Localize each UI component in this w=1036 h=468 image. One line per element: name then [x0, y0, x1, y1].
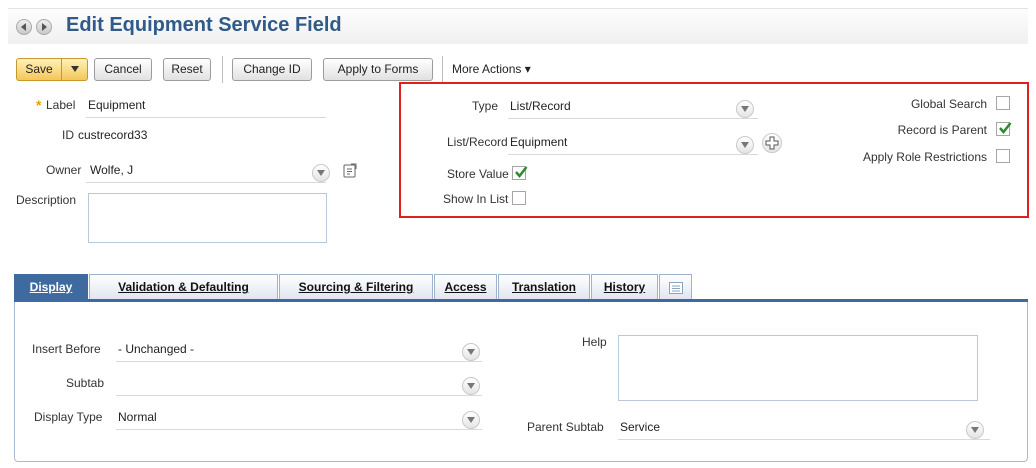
- display-type-label: Display Type: [34, 410, 103, 424]
- back-arrow-icon[interactable]: [16, 19, 32, 35]
- display-type-underline: [116, 429, 482, 430]
- insert-before-value[interactable]: - Unchanged -: [118, 342, 194, 356]
- save-dropdown-icon[interactable]: [61, 59, 87, 80]
- id-label: ID: [62, 128, 74, 142]
- owner-underline: [86, 182, 326, 183]
- list-record-dropdown-icon[interactable]: [736, 136, 754, 154]
- label-field-label: Label: [46, 98, 76, 112]
- store-value-checkbox[interactable]: [512, 166, 528, 180]
- cancel-button[interactable]: Cancel: [94, 58, 152, 81]
- record-is-parent-label: Record is Parent: [897, 123, 987, 137]
- reset-button[interactable]: Reset: [163, 58, 211, 81]
- tab-validation-defaulting[interactable]: Validation & Defaulting: [89, 274, 278, 300]
- type-dropdown-icon[interactable]: [736, 100, 754, 118]
- id-value: custrecord33: [78, 128, 148, 142]
- owner-label: Owner: [46, 163, 82, 177]
- change-id-button[interactable]: Change ID: [232, 58, 312, 81]
- tab-history[interactable]: History: [591, 274, 658, 300]
- tab-access[interactable]: Access: [434, 274, 497, 300]
- show-in-list-checkbox[interactable]: [512, 191, 526, 205]
- forward-arrow-icon[interactable]: [36, 19, 52, 35]
- global-search-checkbox[interactable]: [996, 96, 1010, 110]
- insert-before-label: Insert Before: [32, 342, 101, 356]
- parent-subtab-value[interactable]: Service: [620, 420, 660, 434]
- toolbar-divider: [222, 56, 223, 83]
- toolbar-divider: [442, 56, 443, 83]
- apply-to-forms-button[interactable]: Apply to Forms: [323, 58, 433, 81]
- tab-translation[interactable]: Translation: [498, 274, 590, 300]
- list-record-underline: [508, 154, 758, 155]
- display-type-dropdown-icon[interactable]: [462, 411, 480, 429]
- tab-menu-icon[interactable]: [659, 274, 692, 300]
- insert-before-underline: [116, 361, 482, 362]
- list-record-value[interactable]: Equipment: [510, 135, 567, 149]
- more-actions-menu[interactable]: More Actions ▾: [452, 62, 531, 76]
- type-label: Type: [472, 99, 499, 113]
- tab-strip: Display Validation & Defaulting Sourcing…: [14, 274, 1028, 300]
- owner-value[interactable]: Wolfe, J: [90, 163, 133, 177]
- subtab-underline: [116, 395, 482, 396]
- global-search-label: Global Search: [910, 97, 987, 111]
- page-title: Edit Equipment Service Field: [66, 14, 342, 36]
- parent-subtab-underline: [618, 439, 990, 440]
- parent-subtab-label: Parent Subtab: [527, 420, 604, 434]
- required-icon: *: [36, 97, 42, 113]
- apply-role-restrictions-checkbox[interactable]: [996, 149, 1010, 163]
- apply-role-restrictions-label: Apply Role Restrictions: [862, 150, 987, 164]
- description-textarea[interactable]: [88, 193, 327, 243]
- store-value-label: Store Value: [447, 167, 509, 181]
- title-bar: Edit Equipment Service Field: [8, 8, 1028, 44]
- record-is-parent-checkbox[interactable]: [996, 122, 1012, 136]
- help-label: Help: [582, 335, 607, 349]
- subtab-dropdown-icon[interactable]: [462, 377, 480, 395]
- add-new-icon[interactable]: [762, 133, 782, 153]
- display-type-value[interactable]: Normal: [118, 410, 157, 424]
- save-button-label: Save: [25, 62, 53, 76]
- subtab-label: Subtab: [66, 376, 105, 390]
- type-value[interactable]: List/Record: [510, 99, 571, 113]
- list-record-label: List/Record: [447, 135, 508, 149]
- tab-sourcing-filtering[interactable]: Sourcing & Filtering: [279, 274, 433, 300]
- open-record-icon[interactable]: [341, 162, 359, 180]
- label-field-underline: [86, 117, 326, 118]
- type-underline: [508, 118, 758, 119]
- help-textarea[interactable]: [618, 335, 978, 401]
- description-label: Description: [16, 193, 77, 207]
- parent-subtab-dropdown-icon[interactable]: [966, 421, 984, 439]
- save-button[interactable]: Save: [16, 58, 88, 81]
- owner-dropdown-icon[interactable]: [312, 164, 330, 182]
- show-in-list-label: Show In List: [443, 192, 509, 206]
- tab-display[interactable]: Display: [14, 274, 88, 300]
- label-field-value[interactable]: Equipment: [88, 98, 145, 112]
- insert-before-dropdown-icon[interactable]: [462, 343, 480, 361]
